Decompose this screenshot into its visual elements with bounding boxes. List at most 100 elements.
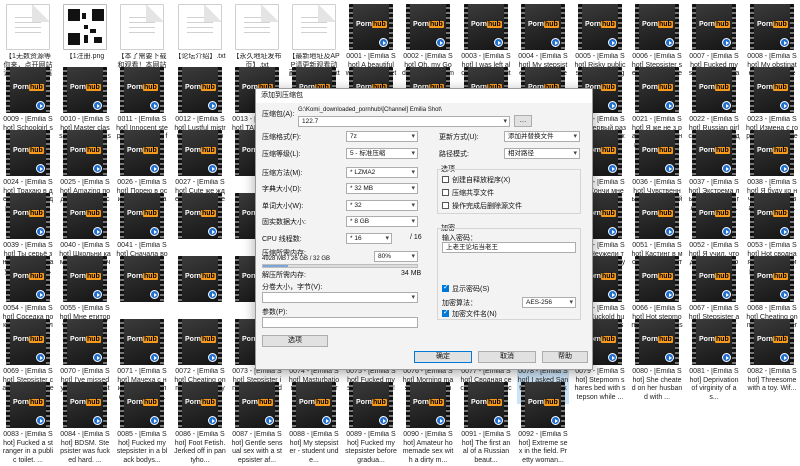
add-to-archive-dialog: 添加到压缩包 压缩包(A): G:\Komi_downloaded_pornhu… bbox=[255, 88, 593, 370]
video-thumbnail: Pornhub bbox=[6, 130, 50, 176]
brand-logo: Pornhub bbox=[757, 210, 788, 217]
cpu-threads-select[interactable]: * 16 bbox=[346, 233, 392, 244]
play-icon bbox=[379, 38, 388, 47]
level-select[interactable]: 5 - 标准压缩 bbox=[346, 148, 418, 159]
play-icon bbox=[780, 101, 789, 110]
video-thumbnail: Pornhub bbox=[235, 382, 279, 428]
play-icon bbox=[208, 164, 217, 173]
brand-logo: Pornhub bbox=[699, 210, 730, 217]
help-button[interactable]: 帮助 bbox=[542, 351, 588, 363]
file-tile[interactable]: Pornhub 0088 - [Emilia Shot] My stepsiste… bbox=[288, 379, 340, 466]
split-size-select[interactable] bbox=[262, 292, 418, 303]
password-input[interactable]: 上老王论坛当老王 bbox=[442, 242, 576, 253]
parameters-input[interactable] bbox=[262, 317, 418, 328]
file-tile[interactable]: Pornhub 0082 - [Emilia Shot] Threesome wi… bbox=[746, 316, 798, 406]
memory-percent-select[interactable]: 80% bbox=[374, 251, 418, 262]
play-icon bbox=[322, 416, 331, 425]
play-icon bbox=[208, 101, 217, 110]
show-password-checkbox[interactable]: 显示密码(S) bbox=[442, 283, 489, 294]
solid-block-select[interactable]: * 8 GB bbox=[346, 216, 418, 227]
ok-button[interactable]: 确定 bbox=[414, 351, 472, 363]
play-icon bbox=[722, 227, 731, 236]
play-icon bbox=[36, 164, 45, 173]
file-tile[interactable]: Pornhub 0090 - [Emilia Shot] Amateur home… bbox=[402, 379, 454, 466]
dictionary-select[interactable]: * 32 MB bbox=[346, 183, 418, 194]
brand-logo: Pornhub bbox=[642, 21, 673, 28]
video-thumbnail: Pornhub bbox=[578, 4, 622, 50]
play-icon bbox=[780, 38, 789, 47]
brand-logo: Pornhub bbox=[127, 210, 158, 217]
options-button[interactable]: 选项 bbox=[262, 335, 328, 347]
file-tile[interactable]: Pornhub 0089 - [Emilia Shot] Fucked my st… bbox=[345, 379, 397, 466]
brand-logo: Pornhub bbox=[127, 84, 158, 91]
delete-after-checkbox-label: 操作完成后删除源文件 bbox=[452, 203, 522, 210]
file-tile[interactable]: Pornhub 0092 - [Emilia Shot] Extreme sex … bbox=[517, 379, 569, 466]
brand-logo: Pornhub bbox=[699, 147, 730, 154]
play-icon bbox=[36, 416, 45, 425]
file-name: 0081 - [Emilia Shot] Deprivation of virg… bbox=[689, 368, 739, 401]
format-select[interactable]: 7z bbox=[346, 131, 418, 142]
file-tile[interactable]: Pornhub 0091 - [Emilia Shot] The first an… bbox=[460, 379, 512, 466]
file-tile[interactable]: Pornhub 0080 - [Emilia Shot] She cheated … bbox=[631, 316, 683, 406]
play-icon bbox=[36, 101, 45, 110]
file-tile[interactable]: Pornhub 0086 - [Emilia Shot] Foot Fetish.… bbox=[174, 379, 226, 466]
file-tile[interactable]: Pornhub 0085 - [Emilia Shot] Fucked my st… bbox=[116, 379, 168, 466]
encryption-method-select[interactable]: AES-256 bbox=[522, 297, 576, 308]
file-tile[interactable]: Pornhub 0087 - [Emilia Shot] Gentle sensu… bbox=[231, 379, 283, 466]
file-tile[interactable]: Pornhub 0083 - [Emilia Shot] Fucked a str… bbox=[2, 379, 54, 466]
brand-logo: Pornhub bbox=[185, 84, 216, 91]
video-thumbnail: Pornhub bbox=[63, 67, 107, 113]
sfx-checkbox-box[interactable] bbox=[442, 176, 449, 183]
brand-logo: Pornhub bbox=[70, 273, 101, 280]
brand-logo: Pornhub bbox=[699, 273, 730, 280]
show-password-checkbox-box[interactable] bbox=[442, 283, 449, 292]
encrypt-names-checkbox-box[interactable] bbox=[442, 308, 449, 317]
brand-logo: Pornhub bbox=[585, 21, 616, 28]
update-mode-select[interactable]: 添加并替换文件 bbox=[504, 131, 580, 142]
text-file-icon bbox=[178, 4, 222, 50]
encrypt-names-checkbox[interactable]: 加密文件名(N) bbox=[442, 308, 497, 319]
brand-logo: Pornhub bbox=[185, 336, 216, 343]
play-icon bbox=[608, 164, 617, 173]
brand-logo: Pornhub bbox=[642, 336, 673, 343]
method-select[interactable]: * LZMA2 bbox=[346, 167, 418, 178]
sfx-checkbox[interactable]: 创建自释放程序(X) bbox=[442, 176, 510, 185]
update-mode-label: 更新方式(U): bbox=[439, 134, 479, 141]
decompress-memory-value: 34 MB bbox=[401, 270, 422, 277]
shared-files-checkbox[interactable]: 压缩共享文件 bbox=[442, 189, 494, 198]
shared-files-checkbox-box[interactable] bbox=[442, 189, 449, 196]
path-mode-select[interactable]: 相对路径 bbox=[504, 148, 580, 159]
level-label: 压缩等级(L): bbox=[262, 151, 301, 158]
video-thumbnail: Pornhub bbox=[406, 382, 450, 428]
browse-button[interactable]: … bbox=[514, 115, 532, 127]
brand-logo: Pornhub bbox=[413, 21, 444, 28]
video-thumbnail: Pornhub bbox=[692, 256, 736, 302]
archive-name-input[interactable]: 122.7 bbox=[298, 116, 510, 127]
file-tile[interactable]: Pornhub 0081 - [Emilia Shot] Deprivation … bbox=[688, 316, 740, 406]
video-thumbnail: Pornhub bbox=[120, 319, 164, 365]
brand-logo: Pornhub bbox=[127, 273, 158, 280]
play-icon bbox=[722, 101, 731, 110]
play-icon bbox=[494, 38, 503, 47]
video-thumbnail: Pornhub bbox=[349, 4, 393, 50]
brand-logo: Pornhub bbox=[70, 147, 101, 154]
cancel-button[interactable]: 取消 bbox=[478, 351, 536, 363]
play-icon bbox=[551, 416, 560, 425]
play-icon bbox=[722, 38, 731, 47]
brand-logo: Pornhub bbox=[413, 399, 444, 406]
video-thumbnail: Pornhub bbox=[6, 193, 50, 239]
video-thumbnail: Pornhub bbox=[178, 256, 222, 302]
video-thumbnail: Pornhub bbox=[120, 256, 164, 302]
dialog-title: 添加到压缩包 bbox=[256, 89, 592, 103]
delete-after-checkbox-box[interactable] bbox=[442, 202, 449, 209]
video-thumbnail: Pornhub bbox=[521, 4, 565, 50]
archive-name-label: 压缩包(A): bbox=[262, 111, 295, 118]
play-icon bbox=[780, 290, 789, 299]
play-icon bbox=[265, 416, 274, 425]
video-thumbnail: Pornhub bbox=[750, 67, 794, 113]
delete-after-checkbox[interactable]: 操作完成后删除源文件 bbox=[442, 202, 522, 211]
file-tile[interactable]: Pornhub 0084 - [Emilia Shot] BDSM. Stepsi… bbox=[59, 379, 111, 466]
play-icon bbox=[665, 227, 674, 236]
play-icon bbox=[93, 164, 102, 173]
word-size-select[interactable]: * 32 bbox=[346, 200, 418, 211]
